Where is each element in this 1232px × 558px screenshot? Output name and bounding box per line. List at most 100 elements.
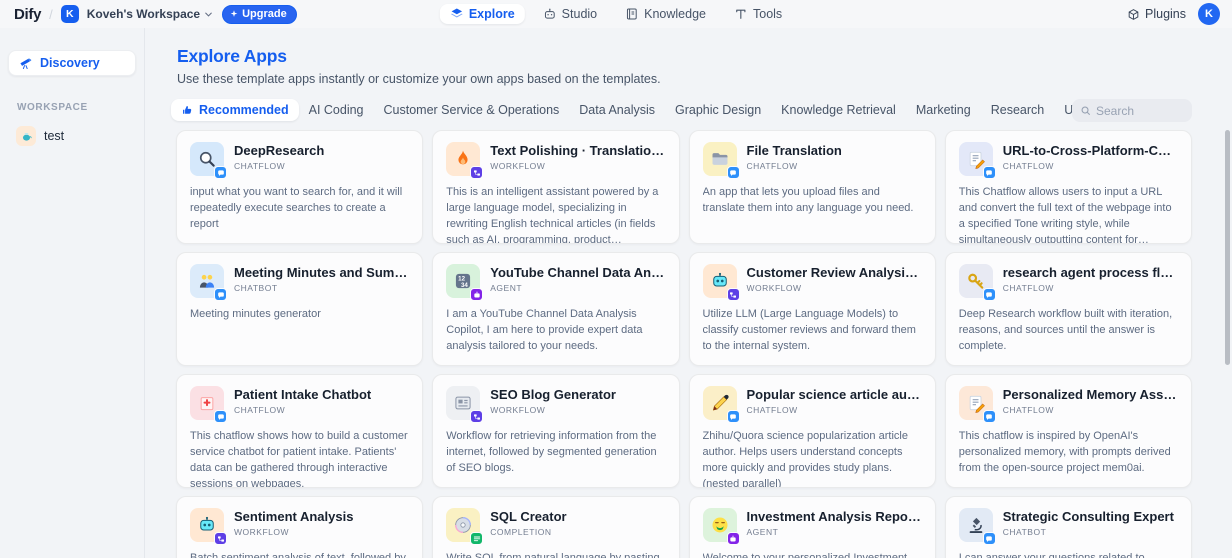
app-title: Popular science article author (nested p… bbox=[746, 387, 922, 402]
numbers-icon: 12 34 bbox=[453, 271, 473, 291]
app-mode-badge-icon bbox=[214, 288, 227, 301]
sidebar-item-discovery[interactable]: Discovery bbox=[8, 50, 136, 76]
app-icon bbox=[958, 264, 996, 301]
app-title: URL-to-Cross-Platform-Copywriting bbox=[1002, 143, 1178, 158]
app-description: Write SQL from natural language by pasti… bbox=[446, 552, 660, 558]
tab-label: AI Coding bbox=[308, 103, 364, 117]
app-card[interactable]: Text Polishing · Translation Tool WORKFL… bbox=[432, 130, 680, 244]
app-card-titles: research agent process flow CHATFLOW bbox=[1003, 264, 1178, 293]
app-card[interactable]: Personalized Memory Assistant CHATFLOW T… bbox=[944, 374, 1192, 488]
tab-label: Data Analysis bbox=[579, 103, 656, 117]
app-mode-badge-icon bbox=[982, 532, 996, 545]
app-icon bbox=[702, 264, 740, 301]
tab-label: Customer Service & Operations bbox=[383, 103, 560, 117]
app-title: DeepResearch bbox=[234, 143, 325, 158]
app-card-head: File Translation CHATFLOW bbox=[702, 142, 922, 179]
app-card-head: Strategic Consulting Expert CHATBOT bbox=[958, 508, 1178, 545]
discovery-label: Discovery bbox=[40, 56, 100, 70]
cd-icon bbox=[453, 515, 473, 535]
tab-graphic-design[interactable]: Graphic Design bbox=[665, 99, 771, 121]
tab-customer-service-operations[interactable]: Customer Service & Operations bbox=[374, 99, 570, 121]
tab-marketing[interactable]: Marketing bbox=[906, 99, 981, 121]
app-card-head: Popular science article author (nested p… bbox=[702, 386, 922, 423]
app-mode-badge-icon bbox=[982, 410, 996, 423]
app-card[interactable]: Customer Review Analysis Workflow WORKFL… bbox=[688, 252, 936, 366]
app-mode-badge-icon bbox=[214, 410, 227, 423]
tab-knowledge-retrieval[interactable]: Knowledge Retrieval bbox=[771, 99, 906, 121]
app-card[interactable]: Meeting Minutes and Summary CHATBOT Meet… bbox=[176, 252, 424, 366]
app-mode-label: CHATBOT bbox=[1002, 527, 1047, 537]
app-card-head: DeepResearch CHATFLOW bbox=[190, 142, 409, 179]
tab-label: Knowledge Retrieval bbox=[781, 103, 896, 117]
user-avatar[interactable]: K bbox=[1198, 3, 1220, 25]
app-card[interactable]: Investment Analysis Report Copilot AGENT… bbox=[688, 496, 936, 558]
app-icon bbox=[190, 264, 227, 301]
nav-item-knowledge[interactable]: Knowledge bbox=[615, 4, 716, 24]
tab-recommended[interactable]: Recommended bbox=[171, 99, 299, 121]
studio-icon bbox=[543, 7, 557, 21]
plugins-button[interactable]: Plugins bbox=[1127, 7, 1186, 21]
people-icon bbox=[197, 271, 217, 291]
app-card-titles: YouTube Channel Data Analysis AGENT bbox=[490, 264, 665, 293]
tab-data-analysis[interactable]: Data Analysis bbox=[569, 99, 665, 121]
app-card[interactable]: SQL Creator COMPLETION Write SQL from na… bbox=[432, 496, 680, 558]
vertical-scrollbar[interactable] bbox=[1225, 130, 1230, 365]
app-mode-badge-icon bbox=[214, 166, 227, 179]
tab-ai-coding[interactable]: AI Coding bbox=[299, 99, 374, 121]
sidebar-item-test[interactable]: test bbox=[0, 123, 144, 149]
explore-icon bbox=[450, 7, 464, 21]
nav-item-studio[interactable]: Studio bbox=[533, 4, 607, 24]
app-description: input what you want to search for, and i… bbox=[190, 186, 403, 230]
upgrade-button[interactable]: Upgrade bbox=[222, 4, 297, 24]
app-card-titles: URL-to-Cross-Platform-Copywriting CHATFL… bbox=[1003, 142, 1178, 171]
app-mode-badge-icon bbox=[726, 288, 740, 301]
app-mode-badge-icon bbox=[982, 288, 996, 301]
app-card[interactable]: research agent process flow CHATFLOW Dee… bbox=[944, 252, 1192, 366]
app-card[interactable]: SEO Blog Generator WORKFLOW Workflow for… bbox=[432, 374, 680, 488]
page-title: Explore Apps bbox=[177, 46, 287, 66]
app-card[interactable]: DeepResearch CHATFLOW input what you wan… bbox=[176, 130, 424, 244]
page-subtitle: Use these template apps instantly or cus… bbox=[177, 72, 661, 86]
teapot-icon bbox=[16, 126, 36, 146]
nav-item-tools[interactable]: Tools bbox=[724, 4, 792, 24]
app-card-titles: Investment Analysis Report Copilot AGENT bbox=[747, 508, 922, 537]
app-card[interactable]: Patient Intake Chatbot CHATFLOW This cha… bbox=[176, 374, 424, 488]
plugins-label: Plugins bbox=[1145, 7, 1186, 21]
app-card-titles: Strategic Consulting Expert CHATBOT bbox=[1003, 508, 1174, 537]
app-icon bbox=[446, 508, 484, 545]
search-box[interactable] bbox=[1072, 99, 1192, 122]
main-content: Explore Apps Use these template apps ins… bbox=[145, 28, 1232, 558]
app-card[interactable]: Popular science article author (nested p… bbox=[688, 374, 936, 488]
nav-item-explore[interactable]: Explore bbox=[439, 4, 525, 24]
app-card[interactable]: File Translation CHATFLOW An app that le… bbox=[688, 130, 936, 244]
app-header: Dify / K Koveh's Workspace Upgrade Explo… bbox=[0, 0, 1232, 28]
app-card-head: Sentiment Analysis WORKFLOW bbox=[190, 508, 409, 545]
app-card-titles: Sentiment Analysis WORKFLOW bbox=[234, 508, 353, 537]
workspace-switcher[interactable]: Koveh's Workspace bbox=[87, 7, 214, 21]
app-mode-label: COMPLETION bbox=[490, 527, 552, 537]
app-card-head: Patient Intake Chatbot CHATFLOW bbox=[190, 386, 409, 423]
tab-label: Marketing bbox=[915, 103, 971, 117]
app-card-head: SEO Blog Generator WORKFLOW bbox=[446, 386, 665, 423]
app-description: This chatflow is inspired by OpenAI's pe… bbox=[958, 430, 1171, 474]
app-description: I can answer your questions related to s… bbox=[958, 552, 1145, 558]
app-description: Batch sentiment analysis of text, follow… bbox=[190, 552, 406, 558]
search-icon bbox=[1080, 105, 1091, 116]
app-card-head: Investment Analysis Report Copilot AGENT bbox=[702, 508, 922, 545]
app-mode-label: CHATFLOW bbox=[234, 405, 286, 415]
hospital-icon bbox=[197, 393, 217, 413]
app-card[interactable]: Sentiment Analysis WORKFLOW Batch sentim… bbox=[176, 496, 424, 558]
app-mode-badge-icon bbox=[470, 410, 484, 423]
magnifier-icon bbox=[197, 149, 217, 169]
search-input[interactable] bbox=[1096, 103, 1181, 118]
app-description: Workflow for retrieving information from… bbox=[446, 430, 657, 474]
tab-research[interactable]: Research bbox=[981, 99, 1055, 121]
app-description: This Chatflow allows users to input a UR… bbox=[958, 186, 1172, 244]
app-mode-label: CHATFLOW bbox=[1002, 283, 1054, 293]
app-title: Strategic Consulting Expert bbox=[1002, 509, 1174, 524]
app-card[interactable]: 1234 YouTube Channel Data Analysis AGENT… bbox=[432, 252, 680, 366]
app-card[interactable]: Strategic Consulting Expert CHATBOT I ca… bbox=[944, 496, 1192, 558]
plugins-icon bbox=[1127, 8, 1140, 21]
app-card-titles: Meeting Minutes and Summary CHATBOT bbox=[234, 264, 409, 293]
app-card[interactable]: URL-to-Cross-Platform-Copywriting CHATFL… bbox=[944, 130, 1192, 244]
